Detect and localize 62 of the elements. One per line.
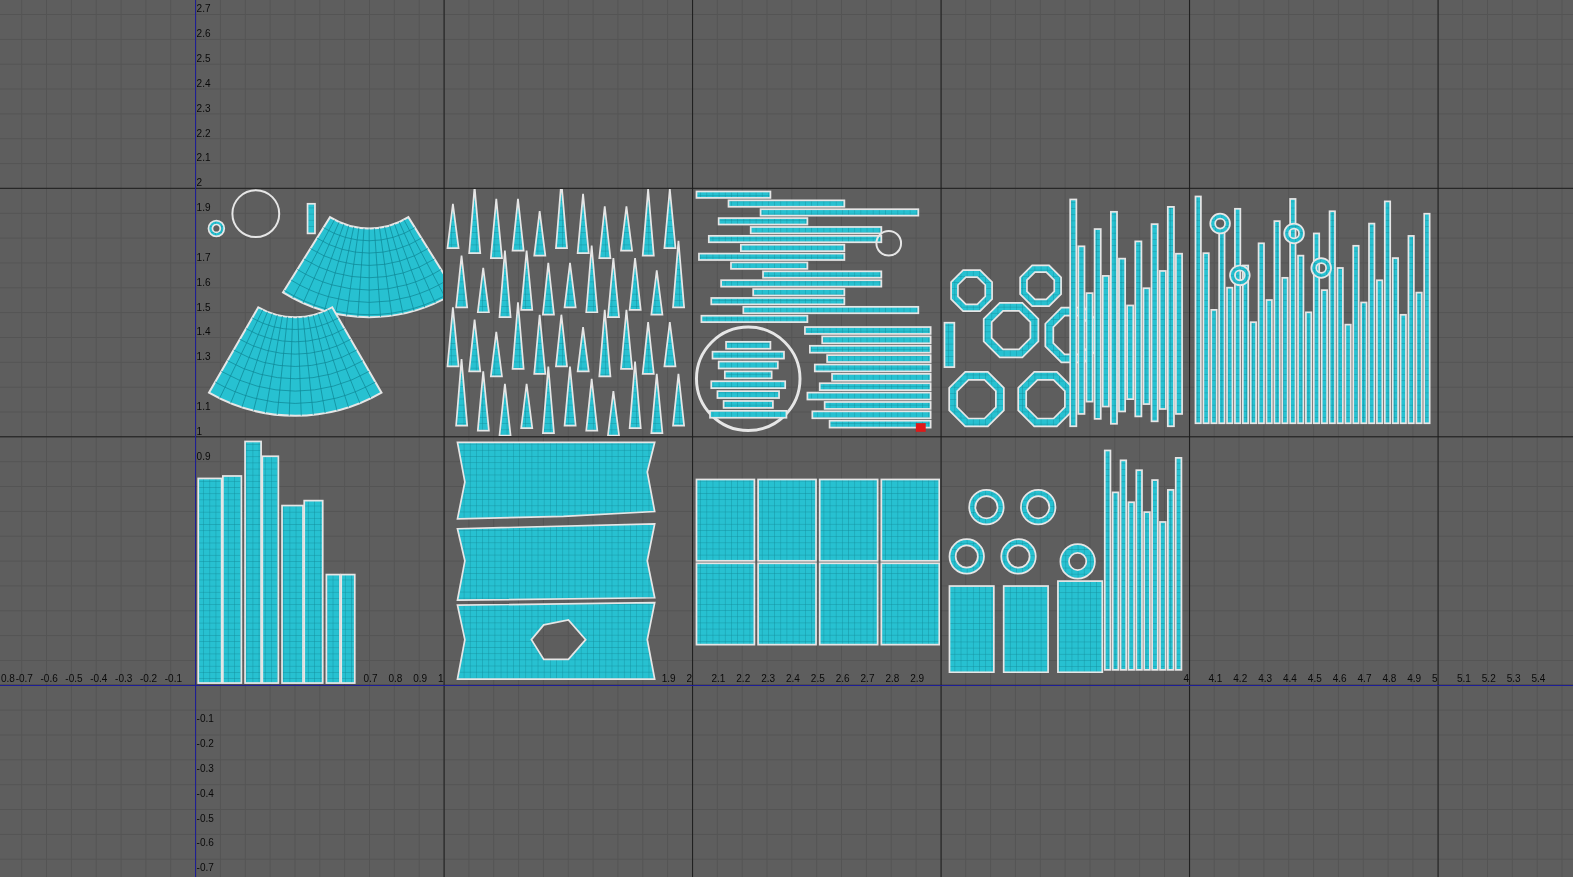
axis-tick-label: 1.4 [196,326,211,338]
axis-tick-label: 1.9 [196,202,211,214]
axis-tick-label: 4.6 [1332,673,1347,685]
axis-tick-label: 2.4 [786,673,800,685]
axis-tick-label: 0.9 [196,450,211,462]
axis-tick-label: 1 [196,425,203,437]
axis-tick-label: 2.1 [196,152,211,164]
axis-tick-label: 2.5 [810,673,825,685]
axis-tick-label: 1.9 [661,673,676,685]
axis-tick-label: -0.6 [196,837,214,849]
axis-tick-label: 1 [438,673,444,685]
axis-tick-label: 1.3 [196,351,211,363]
axis-tick-label: -0.2 [196,738,214,749]
axis-tick-label: -0.7 [15,673,33,685]
axis-tick-label: 0.8 [388,673,403,685]
axis-tick-label: 2.2 [736,673,751,685]
axis-tick-label: 2.7 [860,673,875,685]
axis-tick-label: 2.4 [196,77,211,89]
axis-tick-label: 2.5 [196,53,211,65]
axis-tick-label: 4.5 [1307,673,1322,685]
axis-tick-label: 1.5 [196,301,211,313]
axis-tick-label: 4 [1183,673,1190,685]
axis-tick-label: 0.7 [363,673,378,685]
axis-tick-label: 2.3 [196,102,211,114]
axis-tick-label: 5.2 [1481,673,1496,685]
axis-tick-label: 4.3 [1258,673,1273,685]
axis-tick-label: 2.3 [761,673,776,685]
axis-tick-label: -0.2 [139,673,158,685]
axis-tick-label: 2.8 [885,673,900,685]
axis-tick-label: 4.8 [1382,673,1397,685]
axis-tick-label: -0.3 [115,673,133,685]
axis-tick-label: 1.1 [196,400,211,412]
axis-tick-label: 5 [1432,673,1438,685]
axis-tick-label: 0.9 [413,673,428,685]
axis-tick-label: 4.9 [1407,673,1422,685]
axis-tick-label: 2.6 [196,28,211,40]
axis-tick-label: 4.2 [1233,673,1248,685]
axis-tick-label: 5.1 [1456,673,1471,685]
axis-tick-label: -0.6 [40,673,58,685]
axis-tick-label: 4.4 [1283,673,1297,685]
axis-tick-label: 2.1 [711,673,726,685]
axis-tick-label: 0.8 [1,673,15,685]
axis-tick-label: 2.7 [196,3,211,15]
axis-tick-label: 2.2 [196,127,211,139]
axis-tick-label: -0.5 [196,812,214,824]
axis-tick-label: -0.5 [65,673,83,685]
axis-tick-label: 1.7 [196,251,211,263]
axis-tick-label: -0.1 [164,673,182,685]
axis-tick-label: -0.7 [196,862,214,874]
axis-tick-label: 4.1 [1208,673,1223,685]
axis-tick-label: 2.9 [910,673,925,685]
axis-tick-label: 2.6 [835,673,850,685]
axis-tick-label: -0.4 [196,787,214,799]
axis-tick-label: 1.6 [196,276,211,288]
axis-tick-label: 2 [686,673,693,685]
axis-tick-label: 4.7 [1357,673,1372,685]
axis-tick-label: 5.3 [1506,673,1521,685]
axis-tick-label: 2 [196,177,203,189]
axis-tick-label: 5.4 [1531,673,1546,685]
axis-tick-label: -0.3 [196,762,214,774]
axis-tick-label: -0.4 [90,673,108,685]
axis-tick-label: -0.1 [196,713,214,725]
